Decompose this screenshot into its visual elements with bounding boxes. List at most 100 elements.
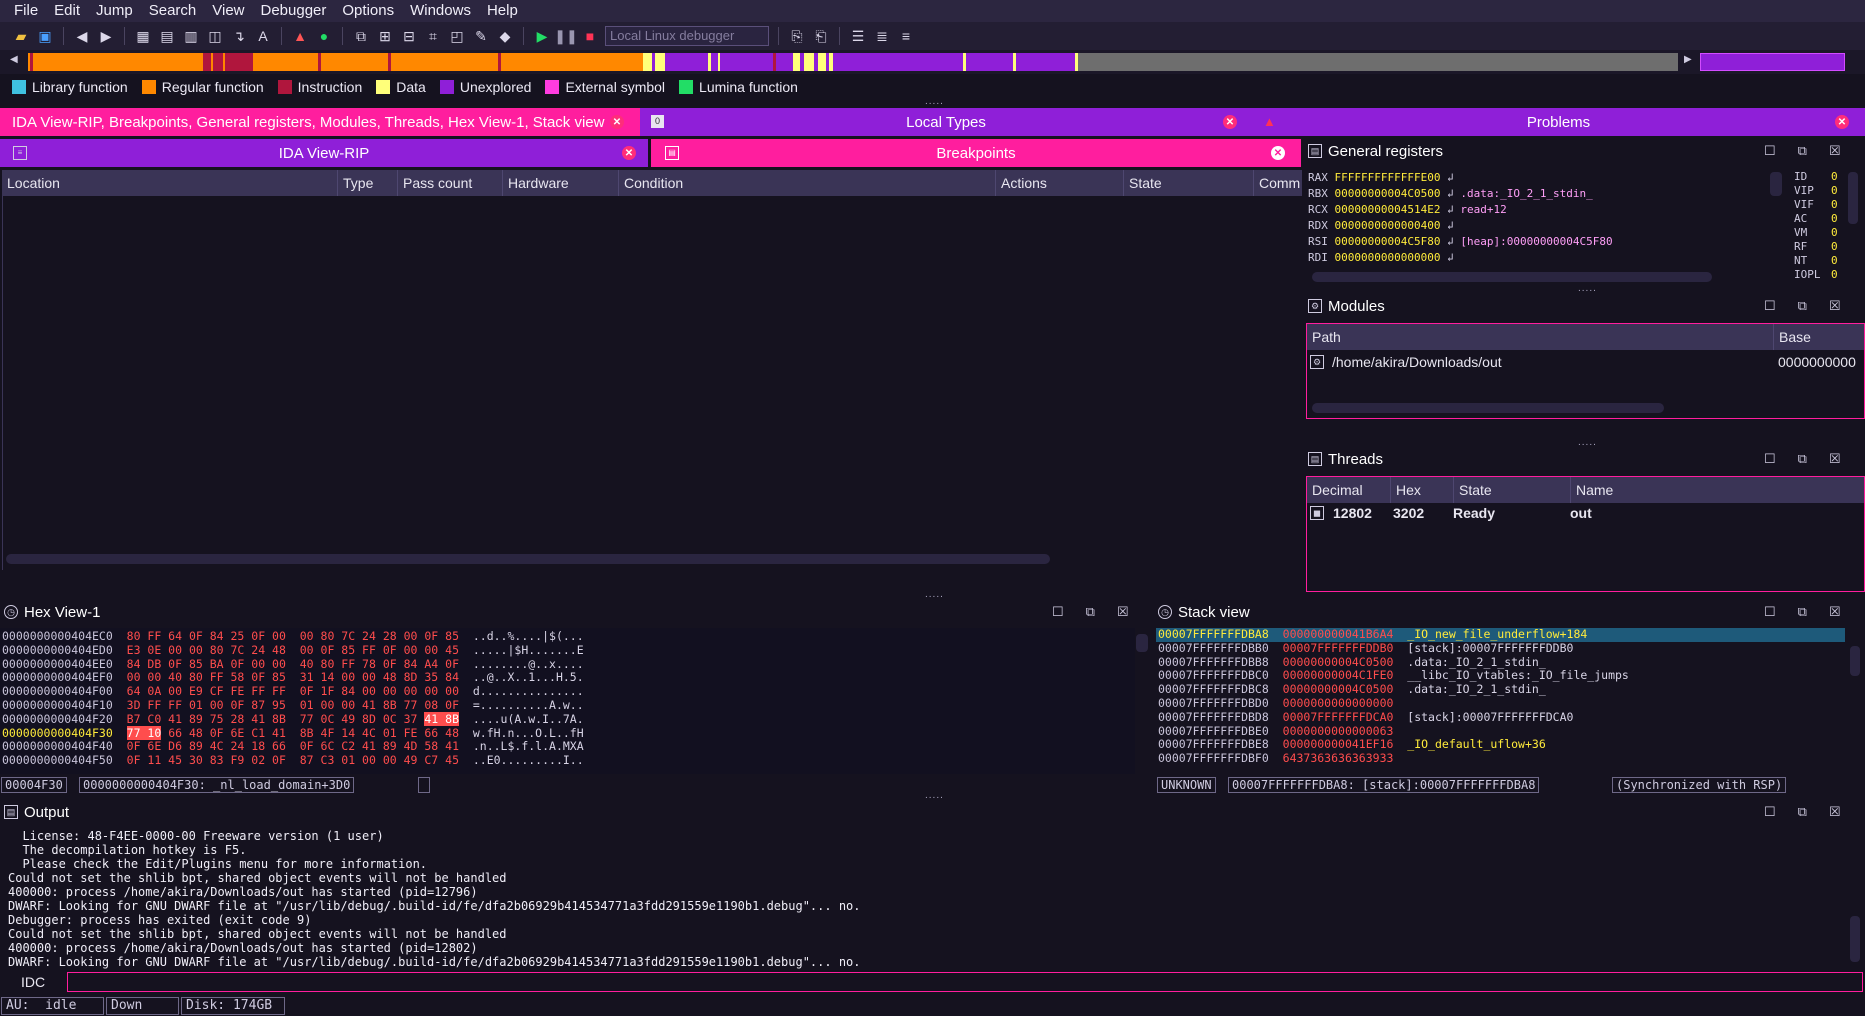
- column-hardware[interactable]: Hardware: [503, 170, 619, 196]
- column-condition[interactable]: Condition: [619, 170, 996, 196]
- hex-row[interactable]: 0000000000404F50 0F 11 45 30 83 F9 02 0F…: [2, 753, 584, 768]
- hex-row[interactable]: 0000000000404F20 B7 C0 41 89 75 28 41 8B…: [2, 711, 584, 727]
- jump-icon[interactable]: ↴: [230, 27, 248, 45]
- hex-row[interactable]: 0000000000404F10 3D FF FF 01 00 0F 87 95…: [2, 698, 584, 713]
- stack-row[interactable]: 00007FFFFFFFDBF0 6437363636363933: [1158, 751, 1407, 766]
- step-into-icon[interactable]: ☰: [849, 27, 867, 45]
- column-state[interactable]: State: [1454, 477, 1571, 503]
- splitter-handle[interactable]: .....: [925, 790, 944, 801]
- close-icon[interactable]: ☒: [1829, 604, 1841, 620]
- navigation-strip[interactable]: [28, 53, 1678, 71]
- restore-icon[interactable]: ☐: [1764, 804, 1776, 820]
- pause-debugger-icon[interactable]: ❚❚: [554, 27, 577, 45]
- code-icon[interactable]: ▤: [158, 27, 176, 45]
- column-name[interactable]: Name: [1571, 477, 1864, 503]
- stack-row[interactable]: 00007FFFFFFFDBC8 00000000004C0500 .data:…: [1158, 682, 1546, 697]
- close-icon[interactable]: ✕: [1835, 115, 1849, 129]
- register-row[interactable]: RDI 0000000000000000 ↲: [1308, 250, 1460, 266]
- hex-row[interactable]: 0000000000404ED0 E3 0E 00 00 80 7C 24 48…: [2, 643, 584, 658]
- column-actions[interactable]: Actions: [996, 170, 1124, 196]
- back-icon[interactable]: ◀: [73, 27, 91, 45]
- restore-icon[interactable]: ☐: [1052, 604, 1064, 620]
- step-over-icon[interactable]: ≣: [873, 27, 891, 45]
- menu-search[interactable]: Search: [141, 0, 205, 22]
- close-icon[interactable]: ☒: [1829, 298, 1841, 314]
- stack-row[interactable]: 00007FFFFFFFDBE0 0000000000000063: [1158, 724, 1407, 739]
- stack-row[interactable]: 00007FFFFFFFDBE8 000000000041EF16 _IO_de…: [1158, 737, 1546, 752]
- breakpoints-table-body[interactable]: [2, 196, 1302, 570]
- flag-row[interactable]: VIF 0: [1794, 198, 1838, 212]
- hex-row[interactable]: 0000000000404F30 77 10 66 48 0F 6E C1 41…: [2, 725, 584, 741]
- register-row[interactable]: RDX 0000000000000400 ↲: [1308, 218, 1460, 234]
- splitter-handle[interactable]: .....: [1578, 437, 1597, 448]
- flag-row[interactable]: AC 0: [1794, 212, 1838, 226]
- forward-icon[interactable]: ▶: [97, 27, 115, 45]
- nav-right-arrow-icon[interactable]: ▶: [1684, 54, 1692, 65]
- stack-row[interactable]: 00007FFFFFFFDBD0 0000000000000000: [1158, 696, 1407, 711]
- stack-row[interactable]: 00007FFFFFFFDBB8 00000000004C0500 .data:…: [1158, 655, 1546, 670]
- register-row[interactable]: RCX 00000000004514E2 ↲ read+12: [1308, 202, 1507, 218]
- run-to-cursor-icon[interactable]: ≡: [897, 27, 915, 45]
- restore-icon[interactable]: ☐: [1764, 451, 1776, 467]
- menu-view[interactable]: View: [204, 0, 252, 22]
- navigation-overview-thumb[interactable]: [1700, 53, 1845, 71]
- jump-arrow-icon[interactable]: ↲: [1447, 203, 1454, 216]
- column-location[interactable]: Location: [2, 170, 338, 196]
- nav-left-arrow-icon[interactable]: ◀: [10, 54, 18, 65]
- data-icon[interactable]: ▥: [182, 27, 200, 45]
- jump-arrow-icon[interactable]: ↲: [1447, 235, 1454, 248]
- column-base[interactable]: Base: [1774, 324, 1864, 350]
- idc-command-input[interactable]: [67, 972, 1863, 992]
- stack-row[interactable]: 00007FFFFFFFDBC0 00000000004C1FE0 __libc…: [1158, 668, 1629, 683]
- hex-row[interactable]: 0000000000404EF0 00 00 40 80 FF 58 0F 85…: [2, 670, 584, 685]
- structs-icon[interactable]: ⌗: [424, 27, 442, 45]
- tab-local-types[interactable]: 0 Local Types ✕: [640, 108, 1252, 136]
- close-icon[interactable]: ✕: [1223, 115, 1237, 129]
- close-icon[interactable]: ☒: [1829, 451, 1841, 467]
- float-icon[interactable]: ⧉: [1798, 143, 1807, 159]
- stack-vertical-scrollbar[interactable]: [1850, 646, 1860, 676]
- stack-row[interactable]: 00007FFFFFFFDBA8 000000000041B6A4 _IO_ne…: [1158, 627, 1587, 642]
- close-icon[interactable]: ☒: [1829, 804, 1841, 820]
- breakpoints-horizontal-scrollbar[interactable]: [6, 554, 1050, 564]
- flag-row[interactable]: NT 0: [1794, 254, 1838, 268]
- close-icon[interactable]: ✕: [1271, 146, 1285, 160]
- thread-row[interactable]: ◼ 12802 3202 Ready out: [1310, 503, 1863, 523]
- start-debugger-icon[interactable]: ▶: [533, 27, 551, 45]
- flag-row[interactable]: IOPL 0: [1794, 268, 1838, 282]
- splitter-handle[interactable]: .....: [1578, 283, 1597, 294]
- tab-main-group[interactable]: IDA View-RIP, Breakpoints, General regis…: [0, 108, 640, 136]
- column-hex[interactable]: Hex: [1391, 477, 1454, 503]
- attach-icon[interactable]: ⎘: [788, 27, 806, 45]
- output-vertical-scrollbar[interactable]: [1850, 916, 1860, 962]
- float-icon[interactable]: ⧉: [1086, 604, 1095, 620]
- registers-horizontal-scrollbar[interactable]: [1312, 272, 1712, 282]
- column-type[interactable]: Type: [338, 170, 398, 196]
- flags-vertical-scrollbar[interactable]: [1848, 172, 1858, 224]
- flag-row[interactable]: VM 0: [1794, 226, 1838, 240]
- hex-row[interactable]: 0000000000404EC0 80 FF 64 0F 84 25 0F 00…: [2, 629, 584, 644]
- tab-problems[interactable]: ▲ Problems ✕: [1252, 108, 1865, 136]
- column-comment[interactable]: Comm: [1254, 170, 1302, 196]
- jump-arrow-icon[interactable]: ↲: [1447, 187, 1454, 200]
- patch-icon[interactable]: ✎: [472, 27, 490, 45]
- enum-icon[interactable]: ◰: [448, 27, 466, 45]
- hex-vertical-scrollbar[interactable]: [1136, 634, 1148, 652]
- splitter-handle[interactable]: .....: [925, 96, 944, 107]
- restore-icon[interactable]: ☐: [1764, 143, 1776, 159]
- debugger-select[interactable]: Local Linux debugger: [605, 26, 769, 46]
- float-icon[interactable]: ⧉: [1798, 298, 1807, 314]
- save-icon[interactable]: ▣: [36, 27, 54, 45]
- close-icon[interactable]: ☒: [1829, 143, 1841, 159]
- menu-jump[interactable]: Jump: [88, 0, 141, 22]
- hex-icon[interactable]: ⊟: [400, 27, 418, 45]
- registers-vertical-scrollbar[interactable]: [1770, 172, 1782, 196]
- modules-horizontal-scrollbar[interactable]: [1312, 403, 1664, 413]
- tab-ida-view-rip[interactable]: ≡ IDA View-RIP ✕: [0, 139, 648, 167]
- menu-help[interactable]: Help: [479, 0, 526, 22]
- flag-row[interactable]: VIP 0: [1794, 184, 1838, 198]
- stop-debugger-icon[interactable]: ■: [581, 27, 599, 45]
- register-row[interactable]: RAX FFFFFFFFFFFFFE00 ↲: [1308, 170, 1460, 186]
- menu-debugger[interactable]: Debugger: [253, 0, 335, 22]
- hex-row[interactable]: 0000000000404F40 0F 6E D6 89 4C 24 18 66…: [2, 739, 584, 754]
